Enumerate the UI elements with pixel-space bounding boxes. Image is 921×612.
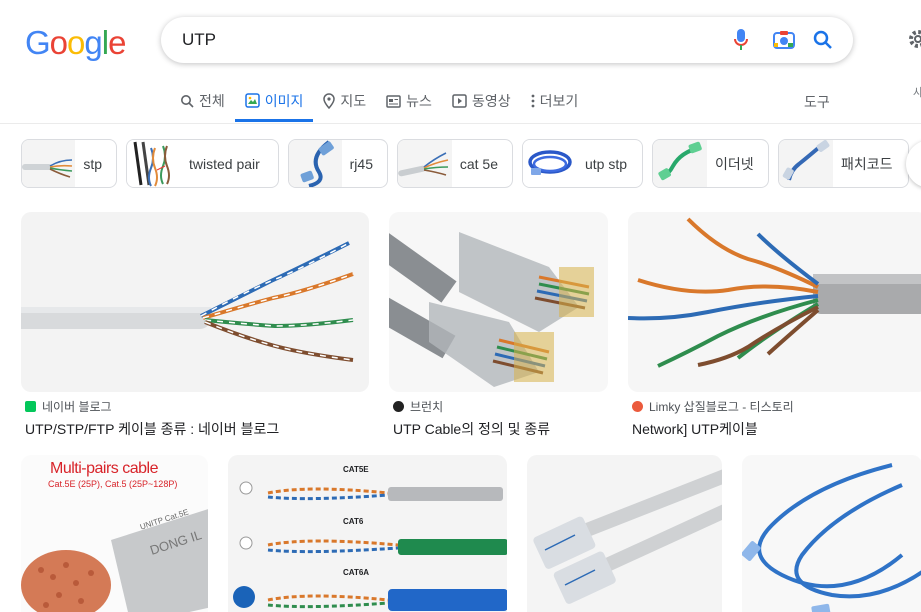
- image-result-card[interactable]: [527, 455, 722, 612]
- source-name: Limky 삽질블로그 - 티스토리: [649, 400, 794, 414]
- result-title[interactable]: UTP Cable의 정의 및 종류: [393, 419, 608, 439]
- more-vert-icon: [531, 94, 534, 108]
- result-source[interactable]: 네이버 블로그: [21, 398, 369, 415]
- chip-label: 이더넷: [715, 155, 754, 172]
- google-logo[interactable]: Google: [25, 24, 126, 62]
- chip-ethernet[interactable]: 이더넷: [652, 139, 769, 188]
- image-result-card[interactable]: Multi-pairs cable Cat.5E (25P), Cat.5 (2…: [21, 455, 208, 612]
- tab-videos[interactable]: 동영상: [442, 82, 521, 120]
- tools-button[interactable]: 도구: [804, 92, 830, 112]
- tab-label: 전체: [199, 93, 225, 109]
- tab-label: 이미지: [264, 92, 304, 109]
- tab-more[interactable]: 더보기: [521, 82, 589, 120]
- chip-thumbnail: [127, 140, 181, 187]
- result-image[interactable]: [527, 455, 722, 612]
- chip-stp[interactable]: stp: [21, 139, 117, 188]
- side-text: 사: [913, 87, 921, 99]
- result-source[interactable]: Limky 삽질블로그 - 티스토리: [628, 398, 921, 415]
- image-result-card[interactable]: 브런치 UTP Cable의 정의 및 종류: [389, 212, 608, 439]
- chip-thumbnail: [523, 140, 577, 187]
- result-image[interactable]: CAT5E CAT6 CAT6A: [228, 455, 507, 612]
- chip-thumbnail: [22, 140, 76, 187]
- image-icon: [245, 93, 260, 108]
- brunch-favicon-icon: [393, 401, 404, 412]
- image-result-card[interactable]: 네이버 블로그 UTP/STP/FTP 케이블 종류 : 네이버 블로그: [21, 212, 369, 439]
- chip-label: twisted pair: [189, 155, 260, 172]
- camera-lens-icon[interactable]: [772, 28, 796, 52]
- chip-utp-stp[interactable]: utp stp: [522, 139, 643, 188]
- search-icon: [181, 95, 194, 108]
- naver-blog-favicon-icon: [25, 401, 36, 412]
- result-image[interactable]: [742, 455, 921, 612]
- result-title[interactable]: UTP/STP/FTP 케이블 종류 : 네이버 블로그: [25, 419, 369, 439]
- chip-label: rj45: [349, 155, 373, 172]
- image-result-card[interactable]: Limky 삽질블로그 - 티스토리 Network] UTP케이블: [628, 212, 921, 439]
- result-image[interactable]: [389, 212, 608, 392]
- chip-cat5e[interactable]: cat 5e: [397, 139, 513, 188]
- chip-twisted-pair[interactable]: twisted pair: [126, 139, 279, 188]
- chip-thumbnail: [289, 140, 342, 187]
- microphone-icon[interactable]: [729, 28, 753, 52]
- chip-thumbnail: [779, 140, 833, 187]
- chip-patch-cord[interactable]: 패치코드: [778, 139, 909, 188]
- search-box[interactable]: UTP: [161, 17, 853, 63]
- tab-news[interactable]: 뉴스: [376, 82, 442, 120]
- tab-bar: 전체 이미지 지도 뉴스 동영상 더보기: [170, 82, 588, 122]
- tab-all[interactable]: 전체: [170, 82, 235, 120]
- map-pin-icon: [323, 93, 336, 109]
- image-result-card[interactable]: CAT5E CAT6 CAT6A: [228, 455, 507, 612]
- gear-icon[interactable]: [906, 27, 921, 51]
- chip-rj45[interactable]: rj45: [288, 139, 388, 188]
- result-image[interactable]: Multi-pairs cable Cat.5E (25P), Cat.5 (2…: [21, 455, 208, 612]
- related-chips: stp twisted pair rj45 cat 5e utp stp 이더넷: [21, 139, 909, 188]
- header-divider: [0, 123, 921, 124]
- chip-thumbnail: [653, 140, 707, 187]
- tab-label: 지도: [340, 93, 367, 109]
- chip-label: utp stp: [585, 155, 628, 172]
- chip-label: stp: [83, 155, 102, 172]
- source-name: 브런치: [410, 400, 444, 414]
- result-image[interactable]: [21, 212, 369, 392]
- result-image[interactable]: [628, 212, 921, 392]
- tistory-favicon-icon: [632, 401, 643, 412]
- tab-maps[interactable]: 지도: [313, 82, 376, 120]
- result-title[interactable]: Network] UTP케이블: [632, 419, 921, 439]
- play-icon: [452, 94, 467, 108]
- result-source[interactable]: 브런치: [389, 398, 608, 415]
- tab-images[interactable]: 이미지: [234, 82, 314, 122]
- tab-label: 동영상: [471, 93, 511, 109]
- tab-label: 더보기: [539, 93, 579, 109]
- search-icon[interactable]: [811, 28, 835, 52]
- tab-label: 뉴스: [406, 93, 432, 109]
- chip-label: cat 5e: [459, 155, 498, 172]
- source-name: 네이버 블로그: [42, 400, 112, 414]
- news-icon: [386, 94, 401, 108]
- search-input[interactable]: UTP: [182, 30, 216, 50]
- image-result-card[interactable]: [742, 455, 921, 612]
- chip-label: 패치코드: [841, 155, 893, 172]
- chip-thumbnail: [398, 140, 452, 187]
